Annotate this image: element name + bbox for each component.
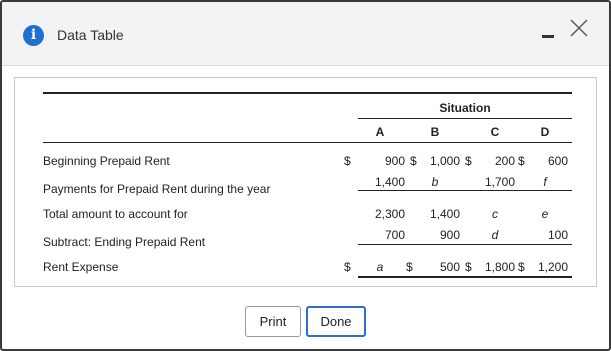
row-label: Payments for Prepaid Rent during the yea… <box>43 182 271 196</box>
minimize-icon[interactable] <box>542 35 554 38</box>
dollar-sign: $ <box>465 154 472 168</box>
cell-c: 1,700 <box>484 175 515 189</box>
cell-b: 900 <box>439 228 460 242</box>
cell-d: 600 <box>547 154 568 168</box>
total-rule <box>358 276 572 278</box>
dialog-title: Data Table <box>57 27 124 43</box>
table-top-rule <box>43 92 572 94</box>
situation-header: Situation <box>439 101 491 115</box>
row-label: Total amount to account for <box>43 207 188 221</box>
print-button[interactable]: Print <box>245 306 301 337</box>
column-header-d: D <box>540 125 550 139</box>
cell-c: c <box>492 207 498 221</box>
cell-d: 100 <box>547 228 568 242</box>
dialog-titlebar: i Data Table <box>2 2 609 66</box>
cell-c: 200 <box>494 154 515 168</box>
header-rule <box>43 142 572 143</box>
row-label: Beginning Prepaid Rent <box>43 154 170 168</box>
cell-d: f <box>543 175 547 189</box>
row-label: Rent Expense <box>43 260 119 274</box>
cell-b: 1,000 <box>429 154 460 168</box>
column-header-b: B <box>430 125 440 139</box>
dollar-sign: $ <box>344 260 351 274</box>
dollar-sign: $ <box>518 154 525 168</box>
cell-a: 900 <box>384 154 405 168</box>
dollar-sign: $ <box>410 154 417 168</box>
info-icon: i <box>23 25 44 46</box>
dollar-sign: $ <box>344 154 351 168</box>
cell-a: a <box>376 260 384 274</box>
cell-b: 1,400 <box>429 207 460 221</box>
cell-b: 500 <box>439 260 460 274</box>
cell-a: 700 <box>384 228 405 242</box>
done-button[interactable]: Done <box>306 306 366 337</box>
cell-d: e <box>541 207 549 221</box>
data-table-dialog: i Data Table Situation A B C D Beginning… <box>0 0 611 351</box>
column-header-a: A <box>375 125 385 139</box>
cell-d: 1,200 <box>537 260 568 274</box>
column-header-c: C <box>490 125 500 139</box>
cell-c: d <box>491 228 499 242</box>
close-icon[interactable] <box>569 18 589 38</box>
subtotal-rule <box>358 190 572 191</box>
cell-b: b <box>431 175 439 189</box>
cell-c: 1,800 <box>484 260 515 274</box>
data-table: Situation A B C D Beginning Prepaid Rent… <box>14 77 597 287</box>
row-label: Subtract: Ending Prepaid Rent <box>43 235 206 249</box>
subtotal-rule <box>358 244 572 245</box>
cell-a: 1,400 <box>374 175 405 189</box>
cell-a: 2,300 <box>374 207 405 221</box>
dollar-sign: $ <box>406 260 413 274</box>
situation-rule <box>358 118 572 119</box>
